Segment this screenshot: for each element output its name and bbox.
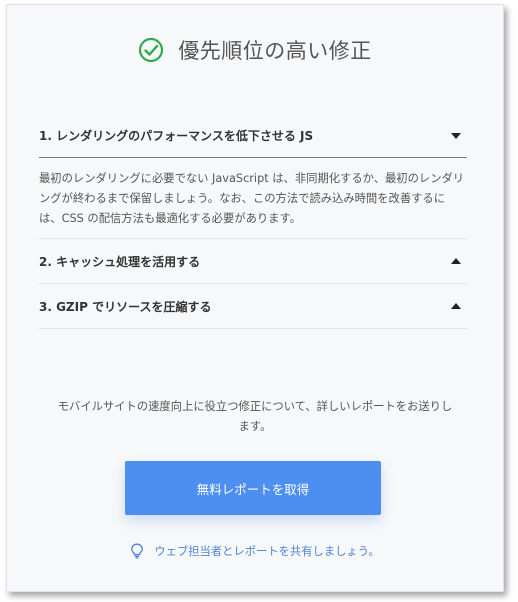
fix-item-1-header[interactable]: 1. レンダリングのパフォーマンスを低下させる JS [39, 113, 467, 157]
divider [39, 328, 467, 329]
fixes-accordion: 1. レンダリングのパフォーマンスを低下させる JS 最初のレンダリングに必要で… [39, 113, 467, 329]
fix-item-1-body: 最初のレンダリングに必要でない JavaScript は、非同期化するか、最初の… [39, 172, 465, 225]
report-description: モバイルサイトの速度向上に役立つ修正について、詳しいレポートをお送りします。 [57, 400, 453, 433]
fix-item-2-title: 2. キャッシュ処理を活用する [39, 254, 201, 269]
check-circle-icon [138, 37, 164, 63]
caret-down-icon[interactable] [451, 133, 461, 139]
fix-item-3-title: 3. GZIP でリソースを圧縮する [39, 299, 212, 314]
share-report-link[interactable]: ウェブ担当者とレポートを共有しましょう。 [7, 543, 503, 559]
fix-item-3-header[interactable]: 3. GZIP でリソースを圧縮する [39, 284, 467, 328]
lightbulb-icon [130, 543, 144, 559]
caret-up-icon[interactable] [451, 303, 461, 309]
report-card: 優先順位の高い修正 1. レンダリングのパフォーマンスを低下させる JS 最初の… [6, 4, 504, 592]
get-free-report-button[interactable]: 無料レポートを取得 [125, 461, 381, 515]
fix-item-2-header[interactable]: 2. キャッシュ処理を活用する [39, 239, 467, 283]
caret-up-icon[interactable] [451, 258, 461, 264]
fix-item-1-title: 1. レンダリングのパフォーマンスを低下させる JS [39, 128, 314, 143]
header: 優先順位の高い修正 [7, 35, 503, 65]
page-title: 優先順位の高い修正 [178, 39, 372, 63]
share-report-label[interactable]: ウェブ担当者とレポートを共有しましょう。 [154, 543, 379, 559]
